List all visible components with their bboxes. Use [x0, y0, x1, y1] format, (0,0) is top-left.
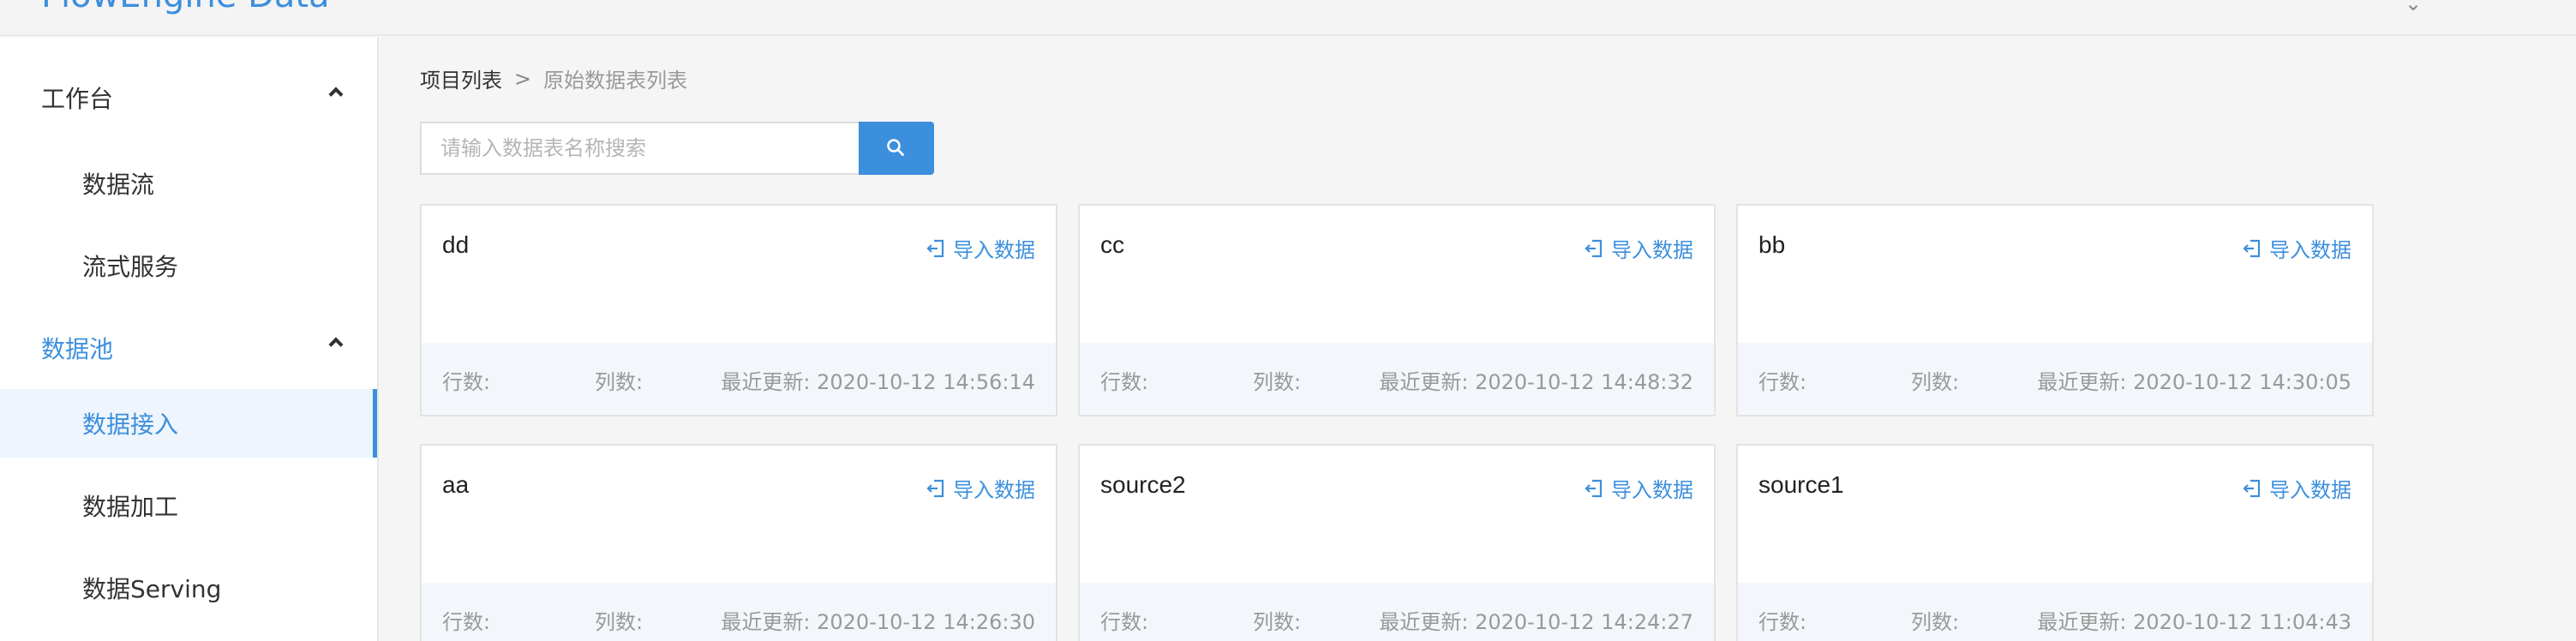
sidebar-item-label: 数据加工 — [82, 493, 179, 521]
import-data-button[interactable]: 导入数据 — [2242, 233, 2351, 263]
column-count-label: 列数: — [595, 610, 644, 634]
import-data-button[interactable]: 导入数据 — [2242, 473, 2351, 503]
row-count-label: 行数: — [1758, 610, 1807, 634]
breadcrumb-current: 原始数据表列表 — [543, 69, 688, 93]
row-count-label: 行数: — [1758, 370, 1807, 394]
import-data-button[interactable]: 导入数据 — [926, 233, 1035, 263]
import-icon — [1585, 479, 1603, 497]
card-footer: 行数: 列数: 最近更新: 2020-10-12 14:56:14 — [422, 343, 1056, 415]
sidebar-item-data-processing[interactable]: 数据加工 — [0, 471, 377, 540]
sidebar-item-dataflow[interactable]: 数据流 — [0, 149, 377, 218]
import-data-button[interactable]: 导入数据 — [1584, 473, 1693, 503]
sidebar-item-label: 数据接入 — [82, 410, 179, 439]
sidebar-item-data-serving[interactable]: 数据Serving — [0, 554, 377, 622]
breadcrumb-separator: > — [514, 66, 532, 91]
row-count-label: 行数: — [442, 610, 491, 634]
import-icon — [2243, 479, 2261, 497]
import-data-label: 导入数据 — [2269, 478, 2351, 502]
import-data-label: 导入数据 — [2269, 238, 2351, 262]
breadcrumb: 项目列表 > 原始数据表列表 — [420, 63, 687, 93]
sidebar-item-label: 数据流 — [82, 171, 155, 199]
card-title[interactable]: bb — [1758, 231, 1785, 259]
card-footer: 行数: 列数: 最近更新: 2020-10-12 14:30:05 — [1738, 343, 2372, 415]
brand-title[interactable]: FlowEngine Data — [41, 0, 330, 15]
sidebar-item-label: 数据Serving — [82, 575, 222, 603]
card-footer: 行数: 列数: 最近更新: 2020-10-12 14:26:30 — [422, 583, 1056, 641]
row-count-label: 行数: — [1100, 370, 1149, 394]
last-updated: 最近更新: 2020-10-12 14:48:32 — [1379, 370, 1693, 394]
user-menu-chevron-icon[interactable]: ⌄ — [2405, 0, 2422, 15]
table-card[interactable]: bb 导入数据 行数: 列数: 最近更新: 2020-10-12 14:30:0… — [1736, 204, 2374, 416]
app-root: FlowEngine Data ⌄ 工作台 数据流 流式服务 数据池 数据接入 … — [0, 0, 2576, 641]
import-data-label: 导入数据 — [953, 238, 1035, 262]
sidebar-item-label: 流式服务 — [82, 253, 179, 281]
card-footer: 行数: 列数: 最近更新: 2020-10-12 14:48:32 — [1080, 343, 1714, 415]
row-count-label: 行数: — [442, 370, 491, 394]
card-title[interactable]: cc — [1100, 231, 1124, 259]
card-title[interactable]: source2 — [1100, 471, 1186, 499]
column-count-label: 列数: — [1253, 610, 1302, 634]
card-title[interactable]: aa — [442, 471, 469, 499]
column-count-label: 列数: — [595, 370, 644, 394]
last-updated: 最近更新: 2020-10-12 11:04:43 — [2037, 610, 2351, 634]
chevron-up-icon[interactable] — [328, 337, 344, 352]
column-count-label: 列数: — [1911, 370, 1960, 394]
table-card[interactable]: source1 导入数据 行数: 列数: 最近更新: 2020-10-12 11… — [1736, 444, 2374, 641]
last-updated: 最近更新: 2020-10-12 14:30:05 — [2037, 370, 2351, 394]
search-input[interactable] — [420, 122, 860, 175]
sidebar-item-stream-service[interactable]: 流式服务 — [0, 231, 377, 300]
import-icon — [1585, 239, 1603, 257]
import-icon — [926, 479, 944, 497]
card-title[interactable]: dd — [442, 231, 469, 259]
sidebar: 工作台 数据流 流式服务 数据池 数据接入 数据加工 数据Serving — [0, 38, 379, 641]
table-card[interactable]: dd 导入数据 行数: 列数: 最近更新: 2020-10-12 14:56:1… — [420, 204, 1057, 416]
sidebar-item-data-ingest[interactable]: 数据接入 — [0, 389, 377, 458]
sidebar-item-label: 数据池 — [41, 335, 114, 363]
column-count-label: 列数: — [1253, 370, 1302, 394]
import-data-label: 导入数据 — [1611, 478, 1693, 502]
chevron-up-icon[interactable] — [328, 87, 344, 102]
import-data-label: 导入数据 — [1611, 238, 1693, 262]
search-button[interactable] — [859, 122, 934, 175]
table-card[interactable]: aa 导入数据 行数: 列数: 最近更新: 2020-10-12 14:26:3… — [420, 444, 1057, 641]
last-updated: 最近更新: 2020-10-12 14:26:30 — [721, 610, 1035, 634]
import-data-button[interactable]: 导入数据 — [926, 473, 1035, 503]
sidebar-group-datapool[interactable]: 数据池 — [0, 314, 377, 382]
sidebar-group-workbench[interactable]: 工作台 — [0, 63, 377, 132]
import-icon — [926, 239, 944, 257]
card-title[interactable]: source1 — [1758, 471, 1844, 499]
breadcrumb-root-link[interactable]: 项目列表 — [420, 63, 502, 93]
sidebar-item-label: 工作台 — [41, 85, 114, 113]
import-icon — [2243, 239, 2261, 257]
top-header: FlowEngine Data ⌄ — [0, 0, 2576, 36]
import-data-label: 导入数据 — [953, 478, 1035, 502]
card-footer: 行数: 列数: 最近更新: 2020-10-12 14:24:27 — [1080, 583, 1714, 641]
column-count-label: 列数: — [1911, 610, 1960, 634]
row-count-label: 行数: — [1100, 610, 1149, 634]
import-data-button[interactable]: 导入数据 — [1584, 233, 1693, 263]
last-updated: 最近更新: 2020-10-12 14:56:14 — [721, 370, 1035, 394]
search-icon — [887, 139, 904, 156]
last-updated: 最近更新: 2020-10-12 14:24:27 — [1379, 610, 1693, 634]
table-card[interactable]: source2 导入数据 行数: 列数: 最近更新: 2020-10-12 14… — [1078, 444, 1716, 641]
table-card[interactable]: cc 导入数据 行数: 列数: 最近更新: 2020-10-12 14:48:3… — [1078, 204, 1716, 416]
card-footer: 行数: 列数: 最近更新: 2020-10-12 11:04:43 — [1738, 583, 2372, 641]
